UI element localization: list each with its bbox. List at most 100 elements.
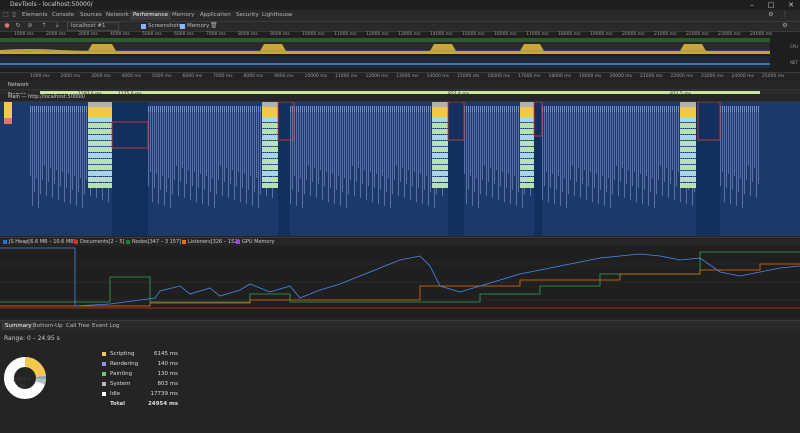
main-ruler: 1000 ms 2000 ms 3000 ms 4000 ms 5000 ms 6000 …: [0, 72, 800, 81]
ruler-tick-label: 4000 ms: [110, 32, 130, 37]
ruler-tick-label: 8000 ms: [243, 74, 264, 79]
device-toolbar-icon[interactable]: ▯: [11, 12, 17, 18]
memory-label: Memory: [187, 23, 210, 29]
minimize-button[interactable]: –: [745, 0, 759, 10]
ruler-tick-label: 13000 ms: [398, 32, 421, 37]
ruler-tick-label: 22000 ms: [686, 32, 709, 37]
main-track-header[interactable]: Main — http://localhost:50000/: [0, 94, 800, 102]
ruler-tick-label: 4000 ms: [121, 74, 142, 79]
legend-documents[interactable]: Documents[2 – 5]: [74, 239, 124, 245]
tab-summary[interactable]: Summary: [2, 322, 35, 330]
ruler-tick-label: 5000 ms: [142, 32, 162, 37]
main-track-label: Main — http://localhost:50000/: [8, 94, 86, 100]
legend-js-heap[interactable]: JS Heap[6.6 MB – 10.6 MB]: [3, 239, 76, 245]
gear-icon[interactable]: ⚙: [768, 12, 774, 18]
system-swatch: [102, 382, 106, 386]
network-track-label: Network: [8, 82, 29, 88]
tab-bottom-up[interactable]: Bottom-Up: [33, 322, 63, 330]
summary-panel: Range: 0 – 24.95 s 24954 ms 6145 ms Scri…: [0, 331, 800, 433]
title-bar: DevTools - localhost:50000/ – □ ✕: [0, 0, 800, 10]
memory-checkbox[interactable]: [180, 24, 185, 29]
range-label: Range: 0 – 24.95 s: [4, 335, 60, 342]
tab-network[interactable]: Network: [106, 11, 129, 20]
tab-lighthouse[interactable]: Lighthouse: [262, 11, 292, 20]
ruler-tick-label: 9000 ms: [274, 74, 294, 79]
network-track[interactable]: Network: [0, 81, 800, 90]
summary-row-painting: 130 ms Painting: [58, 370, 178, 378]
save-profile-icon[interactable]: ⇣: [54, 23, 60, 29]
ruler-tick-label: 13000 ms: [396, 74, 419, 79]
reload-record-icon[interactable]: ↻: [15, 23, 21, 29]
trash-icon[interactable]: 🗑: [210, 23, 218, 29]
ruler-tick-label: 25000 ms: [762, 74, 785, 79]
tab-sources[interactable]: Sources: [80, 11, 102, 20]
ruler-tick-label: 19000 ms: [579, 74, 602, 79]
ruler-tick-label: 17000 ms: [526, 32, 549, 37]
net-label: NET: [790, 60, 798, 65]
ruler-tick-label: 10000 ms: [304, 74, 327, 79]
ruler-tick-label: 23000 ms: [718, 32, 741, 37]
ruler-tick-label: 8000 ms: [238, 32, 258, 37]
inspect-element-icon[interactable]: ⬚: [3, 12, 9, 18]
record-icon[interactable]: ●: [4, 23, 10, 29]
main-flame-chart[interactable]: [0, 101, 800, 236]
tab-elements[interactable]: Elements: [22, 11, 48, 20]
tab-performance[interactable]: Performance: [130, 11, 171, 20]
memory-legend: JS Heap[6.6 MB – 10.6 MB] Documents[2 – …: [0, 237, 800, 246]
ruler-tick-label: 21000 ms: [654, 32, 677, 37]
ruler-tick-label: 14000 ms: [430, 32, 453, 37]
tab-console[interactable]: Console: [52, 11, 74, 20]
ruler-tick-label: 20000 ms: [622, 32, 645, 37]
rendering-swatch: [102, 362, 106, 366]
window-title: DevTools - localhost:50000/: [10, 1, 93, 8]
ruler-tick-label: 6000 ms: [174, 32, 194, 37]
tab-event-log[interactable]: Event Log: [92, 322, 119, 330]
ruler-tick-label: 24000 ms: [750, 32, 773, 37]
ruler-tick-label: 21000 ms: [640, 74, 663, 79]
listeners-line: [0, 263, 800, 307]
ruler-tick-label: 22000 ms: [670, 74, 693, 79]
screenshots-label: Screenshots: [148, 23, 182, 29]
ruler-tick-label: 3000 ms: [91, 74, 111, 79]
ruler-tick-label: 24000 ms: [731, 74, 754, 79]
tab-call-tree[interactable]: Call Tree: [66, 322, 89, 330]
ruler-tick-label: 18000 ms: [548, 74, 571, 79]
clear-icon[interactable]: ⊘: [27, 23, 33, 29]
scripting-swatch: [102, 352, 106, 356]
overview-cpu-chart: [0, 38, 770, 68]
legend-nodes[interactable]: Nodes[347 – 3 157]: [126, 239, 181, 245]
tab-memory[interactable]: Memory: [172, 11, 194, 20]
capture-settings-icon[interactable]: ⚙: [782, 23, 788, 29]
ruler-tick-label: 3000 ms: [78, 32, 98, 37]
maximize-button[interactable]: □: [764, 0, 778, 10]
performance-toolbar: ● ↻ ⊘ ⇡ ⇣ localhost #1 Screenshots Memor…: [0, 22, 800, 32]
ruler-tick-label: 7000 ms: [206, 32, 226, 37]
more-options-icon[interactable]: ⋮: [782, 12, 788, 18]
tab-application[interactable]: Application: [200, 11, 231, 20]
summary-row-system: 803 ms System: [58, 380, 178, 388]
ruler-tick-label: 12000 ms: [365, 74, 388, 79]
ruler-tick-label: 16000 ms: [494, 32, 517, 37]
ruler-tick-label: 7000 ms: [213, 74, 233, 79]
ruler-tick-label: 2000 ms: [60, 74, 81, 79]
ruler-tick-label: 5000 ms: [152, 74, 172, 79]
ruler-tick-label: 23000 ms: [701, 74, 724, 79]
legend-listeners[interactable]: Listeners[326 – 152]: [182, 239, 239, 245]
summary-row-rendering: 140 ms Rendering: [58, 360, 178, 368]
tab-security[interactable]: Security: [236, 11, 259, 20]
legend-gpu-memory[interactable]: GPU Memory: [236, 239, 274, 245]
ruler-tick-label: 15000 ms: [462, 32, 485, 37]
memory-counters-chart[interactable]: [0, 246, 800, 318]
timeline-overview[interactable]: 1000 ms 2000 ms 3000 ms 4000 ms 5000 ms 6000 …: [0, 32, 800, 72]
ruler-tick-label: 11000 ms: [335, 74, 358, 79]
screenshots-checkbox[interactable]: [141, 24, 146, 29]
ruler-tick-label: 17000 ms: [518, 74, 541, 79]
idle-swatch: [102, 392, 106, 396]
summary-row-total: 24954 ms Total: [110, 401, 178, 407]
donut-total-label: 24954 ms: [13, 377, 31, 389]
load-profile-icon[interactable]: ⇡: [41, 23, 47, 29]
summary-row-scripting: 6145 ms Scripting: [58, 350, 178, 358]
close-button[interactable]: ✕: [784, 0, 798, 10]
ruler-tick-label: 18000 ms: [558, 32, 581, 37]
profile-select[interactable]: localhost #1: [67, 22, 119, 31]
